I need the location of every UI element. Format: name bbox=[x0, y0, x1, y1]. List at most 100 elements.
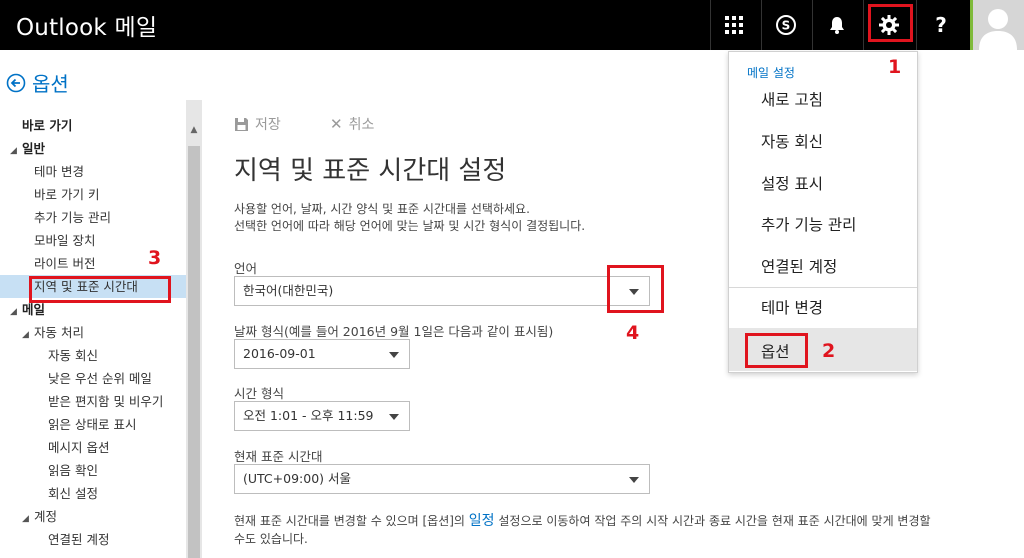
timezone-note: 현재 표준 시간대를 변경할 수 있으며 [옵션]의 일정 설정으로 이동하여 … bbox=[234, 512, 1024, 548]
save-button[interactable]: 저장 bbox=[234, 114, 281, 134]
expand-caret-icon[interactable]: ◢ bbox=[10, 140, 22, 160]
sidebar-item[interactable]: 받은 편지함 및 비우기 bbox=[0, 390, 186, 413]
sidebar-item[interactable]: 연결된 계정 bbox=[0, 528, 186, 551]
toolbar-divider bbox=[812, 0, 813, 50]
sidebar-item-label: 라이트 버전 bbox=[34, 256, 96, 271]
help-icon: ? bbox=[935, 13, 947, 37]
menu-item-change-theme[interactable]: 테마 변경 bbox=[761, 296, 823, 318]
sidebar-item-label: 회신 설정 bbox=[48, 486, 98, 501]
svg-text:S: S bbox=[782, 19, 791, 33]
sidebar-item-label: 테마 변경 bbox=[34, 164, 84, 179]
back-arrow-icon bbox=[6, 73, 26, 92]
sidebar-item[interactable]: 읽음 확인 bbox=[0, 459, 186, 482]
timezone-label: 현재 표준 시간대 bbox=[234, 449, 323, 464]
skype-icon: S bbox=[776, 15, 796, 35]
user-silhouette-icon bbox=[979, 9, 1017, 50]
settings-sidebar: 바로 가기 ◢ 일반테마 변경바로 가기 키추가 기능 관리모바일 장치라이트 버전… bbox=[0, 100, 202, 558]
sidebar-item-label: 계정 bbox=[34, 509, 58, 524]
cancel-label: 취소 bbox=[348, 117, 375, 133]
sidebar-item[interactable]: 바로 가기 bbox=[0, 114, 186, 137]
timezone-note-line-2: 수도 있습니다. bbox=[234, 532, 308, 546]
sidebar-item-label: 자동 회신 bbox=[48, 348, 98, 363]
time-format-select[interactable]: 오전 1:01 - 오후 11:59 bbox=[234, 401, 410, 431]
sidebar-item-label: 바로 가기 키 bbox=[34, 187, 100, 202]
scroll-up-icon[interactable]: ▲ bbox=[186, 122, 202, 138]
cancel-button[interactable]: ✕ 취소 bbox=[330, 114, 374, 134]
sidebar-item-label: 받은 편지함 및 비우기 bbox=[48, 394, 164, 409]
sidebar-item[interactable]: 테마 변경 bbox=[0, 160, 186, 183]
sidebar-item[interactable]: ◢ 계정 bbox=[0, 505, 186, 528]
date-format-label: 날짜 형식(예를 들어 2016년 9월 1일은 다음과 같이 표시됨) bbox=[234, 324, 554, 339]
date-format-select[interactable]: 2016-09-01 bbox=[234, 339, 410, 369]
sidebar-item[interactable]: ◢ 일반 bbox=[0, 137, 186, 160]
sidebar-item-label: 바로 가기 bbox=[22, 118, 73, 133]
sidebar-item-label: 낮은 우선 순위 메일 bbox=[48, 371, 152, 386]
annotation-number-3: 3 bbox=[148, 247, 162, 269]
time-format-value: 오전 1:01 - 오후 11:59 bbox=[243, 408, 374, 423]
skype-button[interactable]: S bbox=[763, 0, 809, 50]
chevron-down-icon bbox=[629, 477, 639, 483]
save-label: 저장 bbox=[255, 117, 281, 133]
settings-menu: 메일 설정 새로 고침 자동 회신 설정 표시 추가 기능 관리 연결된 계정 … bbox=[728, 51, 918, 373]
menu-item-manage-addins[interactable]: 추가 기능 관리 bbox=[761, 213, 856, 235]
toolbar-divider bbox=[916, 0, 917, 50]
close-icon: ✕ bbox=[330, 115, 343, 133]
app-launcher-icon bbox=[725, 16, 743, 34]
sidebar-item[interactable]: 바로 가기 키 bbox=[0, 183, 186, 206]
timezone-note-text: 현재 표준 시간대를 변경할 수 있으며 [옵션]의 bbox=[234, 514, 469, 528]
notifications-button[interactable] bbox=[814, 0, 860, 50]
sidebar-item[interactable]: ◢ 자동 처리 bbox=[0, 321, 186, 344]
timezone-value: (UTC+09:00) 서울 bbox=[243, 471, 352, 486]
sidebar-item-label: 모바일 장치 bbox=[34, 233, 96, 248]
menu-item-refresh[interactable]: 새로 고침 bbox=[761, 88, 823, 110]
menu-item-display-settings[interactable]: 설정 표시 bbox=[761, 172, 823, 194]
timezone-select[interactable]: (UTC+09:00) 서울 bbox=[234, 464, 650, 494]
sidebar-item[interactable]: 읽은 상태로 표시 bbox=[0, 413, 186, 436]
back-to-options[interactable]: 옵션 bbox=[6, 68, 69, 97]
page-title: 지역 및 표준 시간대 설정 bbox=[234, 156, 507, 186]
annotation-box-4 bbox=[607, 265, 664, 313]
sidebar-item[interactable]: 회신 설정 bbox=[0, 482, 186, 505]
sidebar-item-label: 메시지 옵션 bbox=[48, 440, 110, 455]
bell-icon bbox=[830, 17, 844, 34]
sidebar-scroll-thumb[interactable] bbox=[188, 146, 200, 558]
annotation-number-1: 1 bbox=[888, 56, 902, 78]
menu-divider bbox=[729, 287, 917, 288]
chevron-down-icon bbox=[389, 352, 399, 358]
timezone-note-text-cont: 설정으로 이동하여 작업 주의 시작 시간과 종료 시간을 현재 표준 시간대에… bbox=[494, 514, 931, 528]
avatar[interactable] bbox=[970, 0, 1024, 50]
sidebar-item-label: 읽음 확인 bbox=[48, 463, 98, 478]
sidebar-item[interactable]: 메시지 옵션 bbox=[0, 436, 186, 459]
annotation-box-1 bbox=[868, 4, 913, 42]
sidebar-item[interactable]: 낮은 우선 순위 메일 bbox=[0, 367, 186, 390]
annotation-box-2 bbox=[745, 333, 808, 368]
expand-caret-icon[interactable]: ◢ bbox=[22, 508, 34, 528]
menu-item-connected-accounts[interactable]: 연결된 계정 bbox=[761, 255, 837, 277]
language-select[interactable]: 한국어(대한민국) bbox=[234, 276, 650, 306]
sidebar-item-label: 메일 bbox=[22, 302, 46, 317]
sidebar-item[interactable]: 자동 회신 bbox=[0, 344, 186, 367]
options-heading: 옵션 bbox=[32, 72, 69, 96]
annotation-number-2: 2 bbox=[822, 340, 836, 362]
time-format-label: 시간 형식 bbox=[234, 386, 284, 401]
toolbar-divider bbox=[761, 0, 762, 50]
expand-caret-icon[interactable]: ◢ bbox=[10, 301, 22, 321]
chevron-down-icon bbox=[389, 414, 399, 420]
sidebar-item-label: 연결된 계정 bbox=[48, 532, 110, 547]
save-disk-icon bbox=[235, 117, 248, 131]
sidebar-item[interactable]: 추가 기능 관리 bbox=[0, 206, 186, 229]
menu-item-automatic-replies[interactable]: 자동 회신 bbox=[761, 130, 823, 152]
toolbar-divider bbox=[863, 0, 864, 50]
date-format-value: 2016-09-01 bbox=[243, 346, 316, 361]
expand-caret-icon[interactable]: ◢ bbox=[22, 324, 34, 344]
description-line-1: 사용할 언어, 날짜, 시간 양식 및 표준 시간대를 선택하세요. bbox=[234, 202, 530, 216]
app-launcher-button[interactable] bbox=[711, 0, 757, 50]
calendar-link[interactable]: 일정 bbox=[469, 513, 495, 529]
language-label: 언어 bbox=[234, 261, 258, 276]
description-line-2: 선택한 언어에 따라 해당 언어에 맞는 날짜 및 시간 형식이 결정됩니다. bbox=[234, 219, 586, 233]
app-title[interactable]: Outlook 메일 bbox=[16, 8, 157, 42]
annotation-box-3 bbox=[29, 276, 171, 303]
help-button[interactable]: ? bbox=[918, 0, 964, 50]
sidebar-item-label: 추가 기능 관리 bbox=[34, 210, 111, 225]
sidebar-item-label: 읽은 상태로 표시 bbox=[48, 417, 137, 432]
